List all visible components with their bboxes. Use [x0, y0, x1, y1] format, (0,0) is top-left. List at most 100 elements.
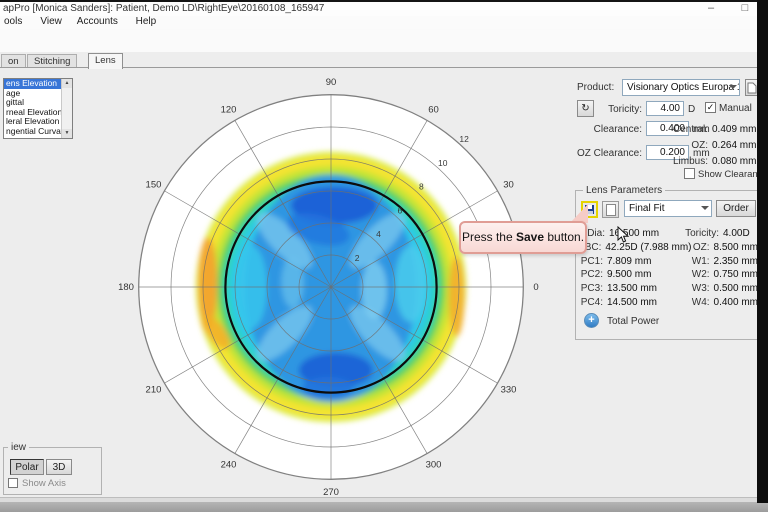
callout-text-end: button.: [544, 230, 584, 244]
param-value: 13.500 mm: [603, 282, 665, 296]
print-page-icon: [606, 204, 616, 216]
minimize-button[interactable]: –: [702, 2, 720, 14]
total-power-label: Total Power: [607, 316, 659, 327]
central-value: 0.409 mm: [712, 124, 756, 135]
product-value: Visionary Optics Europa 16 mm: [627, 82, 740, 93]
app-window: apPro [Monica Sanders]: Patient, Demo LD…: [0, 0, 768, 512]
svg-text:12: 12: [459, 134, 469, 144]
svg-text:240: 240: [221, 460, 237, 471]
show-axis-checkbox[interactable]: [8, 478, 18, 488]
param-row: PC1:7.809 mmW1:2.350 mm: [575, 255, 758, 269]
maximize-button[interactable]: □: [736, 2, 754, 14]
oz-clearance-label: OZ Clearance:: [560, 148, 642, 159]
tab-lens[interactable]: Lens: [88, 53, 123, 69]
manual-checkbox[interactable]: [705, 102, 716, 113]
svg-text:180: 180: [118, 282, 134, 293]
param-value: 4.00D: [719, 227, 750, 241]
show-axis-label: Show Axis: [22, 478, 66, 489]
title-bar: apPro [Monica Sanders]: Patient, Demo LD…: [0, 2, 768, 16]
chevron-down-icon: [729, 85, 737, 93]
svg-text:210: 210: [146, 385, 162, 396]
svg-text:90: 90: [326, 77, 337, 88]
mouse-cursor: [617, 226, 630, 244]
letterbox-strip: [757, 0, 768, 503]
limbus-label: Limbus:: [662, 156, 708, 167]
manual-label: Manual: [719, 103, 752, 114]
scroll-up-icon[interactable]: ▲: [62, 79, 72, 88]
map-type-list[interactable]: ens Elevationagegittalrneal Elevationler…: [3, 78, 73, 139]
param-label: PC3:: [575, 282, 603, 296]
toricity-input[interactable]: [646, 101, 684, 116]
svg-text:120: 120: [221, 104, 237, 115]
central-label: Central:: [662, 124, 708, 135]
param-row: PC3:13.500 mmW3:0.500 mm: [575, 282, 758, 296]
lens-parameter-table: Dia:16.500 mmToricity:4.00DBC:42.25D (7.…: [575, 227, 758, 310]
param-value: 16.500 mm: [605, 227, 671, 241]
param-row: PC4:14.500 mmW4:0.400 mm: [575, 296, 758, 310]
tutorial-callout: Press the Save button.: [459, 221, 587, 254]
param-value: 7.809 mm: [603, 255, 665, 269]
show-clearances-checkbox[interactable]: [684, 168, 695, 179]
lens-parameters-title: Lens Parameters: [583, 185, 665, 196]
param-value: 0.500 mm: [710, 282, 758, 296]
tab-on[interactable]: on: [1, 54, 26, 68]
svg-text:10: 10: [438, 158, 448, 168]
param-label: W3:: [665, 282, 710, 296]
menu-item-ools[interactable]: ools: [2, 16, 24, 27]
window-title: apPro [Monica Sanders]: Patient, Demo LD…: [3, 3, 324, 14]
svg-text:30: 30: [503, 180, 514, 191]
print-button[interactable]: [602, 201, 619, 218]
bottom-bar: [0, 502, 768, 512]
svg-text:330: 330: [501, 385, 517, 396]
scroll-down-icon[interactable]: ▼: [62, 129, 72, 138]
param-value: 0.400 mm: [710, 296, 758, 310]
param-row: PC2:9.500 mmW2:0.750 mm: [575, 268, 758, 282]
tab-stitching[interactable]: Stitching: [27, 54, 77, 68]
menu-item-help[interactable]: Help: [134, 16, 159, 27]
param-label: PC4:: [575, 296, 603, 310]
oz-clear-readout-value: 0.264 mm: [712, 140, 756, 151]
menu-bar: ools View Accounts Help: [0, 16, 768, 29]
map-list-scrollbar[interactable]: ▲ ▼: [61, 79, 72, 138]
fit-preset-select[interactable]: Final Fit: [624, 200, 712, 217]
menu-item-accounts[interactable]: Accounts: [75, 16, 120, 27]
product-select[interactable]: Visionary Optics Europa 16 mm: [622, 79, 740, 96]
param-label: W4:: [665, 296, 710, 310]
svg-text:2: 2: [355, 253, 360, 263]
svg-text:0: 0: [533, 282, 538, 293]
svg-text:150: 150: [146, 180, 162, 191]
svg-text:6: 6: [398, 205, 403, 215]
menu-item-view[interactable]: View: [38, 16, 64, 27]
polar-view-button[interactable]: Polar: [10, 459, 44, 475]
param-value: 42.25D (7.988 mm): [601, 241, 667, 255]
param-value: 8.500 mm: [710, 241, 758, 255]
param-value: 0.750 mm: [710, 268, 758, 282]
param-label: OZ:: [667, 241, 709, 255]
fit-preset-value: Final Fit: [629, 203, 665, 214]
param-label: W1:: [665, 255, 710, 269]
param-label: PC2:: [575, 268, 603, 282]
order-button[interactable]: Order: [716, 200, 756, 217]
view-group-title: iew: [8, 442, 29, 453]
svg-text:300: 300: [426, 460, 442, 471]
svg-text:270: 270: [323, 487, 339, 496]
param-row: BC:42.25D (7.988 mm)OZ:8.500 mm: [575, 241, 758, 255]
svg-text:4: 4: [376, 229, 381, 239]
param-label: PC1:: [575, 255, 603, 269]
param-label: Toricity:: [671, 227, 719, 241]
toricity-label: Toricity:: [586, 104, 642, 115]
svg-text:8: 8: [419, 182, 424, 192]
threed-view-button[interactable]: 3D: [46, 459, 72, 475]
param-label: W2:: [665, 268, 710, 282]
callout-text-bold: Save: [516, 230, 544, 244]
limbus-value: 0.080 mm: [712, 156, 756, 167]
clearance-label: Clearance:: [568, 124, 642, 135]
polar-elevation-map: 0 30 60 90 120 150 180 210 240 270 300 330 2 4 6 8 10 12: [95, 56, 567, 496]
chevron-down-icon: [701, 206, 709, 214]
callout-text: Press the: [462, 230, 516, 244]
total-power-expand-button[interactable]: +: [584, 313, 599, 328]
param-value: 2.350 mm: [710, 255, 758, 269]
toolbar: 2D 3D ✎ ⊘ ⊕ ✳ ✳ ✳: [0, 29, 768, 53]
svg-text:60: 60: [428, 104, 439, 115]
toricity-unit: D: [688, 104, 695, 115]
